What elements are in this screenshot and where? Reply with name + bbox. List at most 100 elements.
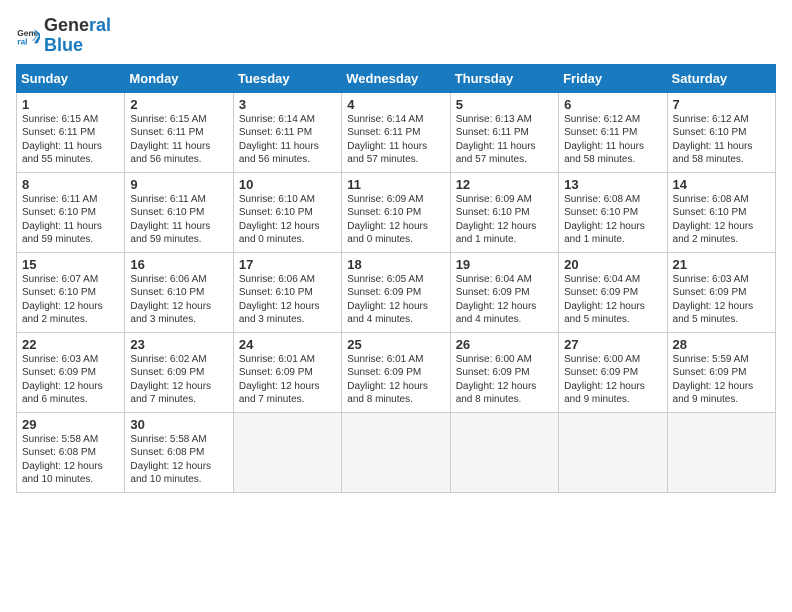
- day-number-1: 1: [22, 97, 119, 112]
- day-cell-18: 18Sunrise: 6:05 AMSunset: 6:09 PMDayligh…: [342, 252, 450, 332]
- day-number-12: 12: [456, 177, 553, 192]
- day-number-22: 22: [22, 337, 119, 352]
- day-number-10: 10: [239, 177, 336, 192]
- week-row-2: 8Sunrise: 6:11 AMSunset: 6:10 PMDaylight…: [17, 172, 776, 252]
- day-number-7: 7: [673, 97, 770, 112]
- day-info-8: Sunrise: 6:11 AMSunset: 6:10 PMDaylight:…: [22, 193, 119, 247]
- page-header: Gene ral GeneralBlue: [16, 16, 776, 56]
- day-cell-9: 9Sunrise: 6:11 AMSunset: 6:10 PMDaylight…: [125, 172, 233, 252]
- day-info-3: Sunrise: 6:14 AMSunset: 6:11 PMDaylight:…: [239, 113, 336, 167]
- day-number-11: 11: [347, 177, 444, 192]
- day-number-19: 19: [456, 257, 553, 272]
- day-info-27: Sunrise: 6:00 AMSunset: 6:09 PMDaylight:…: [564, 353, 661, 407]
- day-cell-29: 29Sunrise: 5:58 AMSunset: 6:08 PMDayligh…: [17, 412, 125, 492]
- day-info-10: Sunrise: 6:10 AMSunset: 6:10 PMDaylight:…: [239, 193, 336, 247]
- day-info-29: Sunrise: 5:58 AMSunset: 6:08 PMDaylight:…: [22, 433, 119, 487]
- logo-icon: Gene ral: [16, 24, 40, 48]
- day-info-2: Sunrise: 6:15 AMSunset: 6:11 PMDaylight:…: [130, 113, 227, 167]
- day-info-13: Sunrise: 6:08 AMSunset: 6:10 PMDaylight:…: [564, 193, 661, 247]
- day-number-24: 24: [239, 337, 336, 352]
- day-number-17: 17: [239, 257, 336, 272]
- day-info-23: Sunrise: 6:02 AMSunset: 6:09 PMDaylight:…: [130, 353, 227, 407]
- empty-cell: [559, 412, 667, 492]
- day-cell-3: 3Sunrise: 6:14 AMSunset: 6:11 PMDaylight…: [233, 92, 341, 172]
- day-info-11: Sunrise: 6:09 AMSunset: 6:10 PMDaylight:…: [347, 193, 444, 247]
- day-cell-24: 24Sunrise: 6:01 AMSunset: 6:09 PMDayligh…: [233, 332, 341, 412]
- day-number-13: 13: [564, 177, 661, 192]
- day-info-7: Sunrise: 6:12 AMSunset: 6:10 PMDaylight:…: [673, 113, 770, 167]
- day-info-5: Sunrise: 6:13 AMSunset: 6:11 PMDaylight:…: [456, 113, 553, 167]
- day-cell-20: 20Sunrise: 6:04 AMSunset: 6:09 PMDayligh…: [559, 252, 667, 332]
- header-friday: Friday: [559, 64, 667, 92]
- empty-cell: [233, 412, 341, 492]
- day-cell-13: 13Sunrise: 6:08 AMSunset: 6:10 PMDayligh…: [559, 172, 667, 252]
- day-info-1: Sunrise: 6:15 AMSunset: 6:11 PMDaylight:…: [22, 113, 119, 167]
- day-number-30: 30: [130, 417, 227, 432]
- day-number-18: 18: [347, 257, 444, 272]
- day-number-2: 2: [130, 97, 227, 112]
- day-info-15: Sunrise: 6:07 AMSunset: 6:10 PMDaylight:…: [22, 273, 119, 327]
- day-cell-25: 25Sunrise: 6:01 AMSunset: 6:09 PMDayligh…: [342, 332, 450, 412]
- header-tuesday: Tuesday: [233, 64, 341, 92]
- day-number-6: 6: [564, 97, 661, 112]
- week-row-1: 1Sunrise: 6:15 AMSunset: 6:11 PMDaylight…: [17, 92, 776, 172]
- day-number-20: 20: [564, 257, 661, 272]
- day-info-18: Sunrise: 6:05 AMSunset: 6:09 PMDaylight:…: [347, 273, 444, 327]
- day-cell-15: 15Sunrise: 6:07 AMSunset: 6:10 PMDayligh…: [17, 252, 125, 332]
- day-cell-17: 17Sunrise: 6:06 AMSunset: 6:10 PMDayligh…: [233, 252, 341, 332]
- day-info-17: Sunrise: 6:06 AMSunset: 6:10 PMDaylight:…: [239, 273, 336, 327]
- empty-cell: [450, 412, 558, 492]
- day-info-26: Sunrise: 6:00 AMSunset: 6:09 PMDaylight:…: [456, 353, 553, 407]
- day-cell-11: 11Sunrise: 6:09 AMSunset: 6:10 PMDayligh…: [342, 172, 450, 252]
- day-info-30: Sunrise: 5:58 AMSunset: 6:08 PMDaylight:…: [130, 433, 227, 487]
- day-cell-5: 5Sunrise: 6:13 AMSunset: 6:11 PMDaylight…: [450, 92, 558, 172]
- day-number-23: 23: [130, 337, 227, 352]
- day-info-9: Sunrise: 6:11 AMSunset: 6:10 PMDaylight:…: [130, 193, 227, 247]
- day-number-8: 8: [22, 177, 119, 192]
- day-number-28: 28: [673, 337, 770, 352]
- day-info-12: Sunrise: 6:09 AMSunset: 6:10 PMDaylight:…: [456, 193, 553, 247]
- empty-cell: [667, 412, 775, 492]
- header-saturday: Saturday: [667, 64, 775, 92]
- day-number-5: 5: [456, 97, 553, 112]
- day-number-4: 4: [347, 97, 444, 112]
- day-cell-26: 26Sunrise: 6:00 AMSunset: 6:09 PMDayligh…: [450, 332, 558, 412]
- weekday-header-row: Sunday Monday Tuesday Wednesday Thursday…: [17, 64, 776, 92]
- day-info-6: Sunrise: 6:12 AMSunset: 6:11 PMDaylight:…: [564, 113, 661, 167]
- empty-cell: [342, 412, 450, 492]
- day-number-27: 27: [564, 337, 661, 352]
- day-info-16: Sunrise: 6:06 AMSunset: 6:10 PMDaylight:…: [130, 273, 227, 327]
- header-thursday: Thursday: [450, 64, 558, 92]
- calendar-table: Sunday Monday Tuesday Wednesday Thursday…: [16, 64, 776, 493]
- day-cell-28: 28Sunrise: 5:59 AMSunset: 6:09 PMDayligh…: [667, 332, 775, 412]
- day-info-24: Sunrise: 6:01 AMSunset: 6:09 PMDaylight:…: [239, 353, 336, 407]
- day-cell-19: 19Sunrise: 6:04 AMSunset: 6:09 PMDayligh…: [450, 252, 558, 332]
- day-cell-4: 4Sunrise: 6:14 AMSunset: 6:11 PMDaylight…: [342, 92, 450, 172]
- day-info-20: Sunrise: 6:04 AMSunset: 6:09 PMDaylight:…: [564, 273, 661, 327]
- day-cell-21: 21Sunrise: 6:03 AMSunset: 6:09 PMDayligh…: [667, 252, 775, 332]
- day-info-21: Sunrise: 6:03 AMSunset: 6:09 PMDaylight:…: [673, 273, 770, 327]
- day-cell-14: 14Sunrise: 6:08 AMSunset: 6:10 PMDayligh…: [667, 172, 775, 252]
- day-number-21: 21: [673, 257, 770, 272]
- header-sunday: Sunday: [17, 64, 125, 92]
- logo: Gene ral GeneralBlue: [16, 16, 111, 56]
- day-cell-6: 6Sunrise: 6:12 AMSunset: 6:11 PMDaylight…: [559, 92, 667, 172]
- day-number-16: 16: [130, 257, 227, 272]
- week-row-5: 29Sunrise: 5:58 AMSunset: 6:08 PMDayligh…: [17, 412, 776, 492]
- day-cell-23: 23Sunrise: 6:02 AMSunset: 6:09 PMDayligh…: [125, 332, 233, 412]
- day-cell-10: 10Sunrise: 6:10 AMSunset: 6:10 PMDayligh…: [233, 172, 341, 252]
- day-cell-2: 2Sunrise: 6:15 AMSunset: 6:11 PMDaylight…: [125, 92, 233, 172]
- header-monday: Monday: [125, 64, 233, 92]
- day-cell-12: 12Sunrise: 6:09 AMSunset: 6:10 PMDayligh…: [450, 172, 558, 252]
- day-info-19: Sunrise: 6:04 AMSunset: 6:09 PMDaylight:…: [456, 273, 553, 327]
- day-cell-30: 30Sunrise: 5:58 AMSunset: 6:08 PMDayligh…: [125, 412, 233, 492]
- day-number-9: 9: [130, 177, 227, 192]
- week-row-3: 15Sunrise: 6:07 AMSunset: 6:10 PMDayligh…: [17, 252, 776, 332]
- day-number-25: 25: [347, 337, 444, 352]
- day-cell-16: 16Sunrise: 6:06 AMSunset: 6:10 PMDayligh…: [125, 252, 233, 332]
- day-number-29: 29: [22, 417, 119, 432]
- header-wednesday: Wednesday: [342, 64, 450, 92]
- day-cell-8: 8Sunrise: 6:11 AMSunset: 6:10 PMDaylight…: [17, 172, 125, 252]
- svg-text:ral: ral: [17, 36, 27, 46]
- day-cell-7: 7Sunrise: 6:12 AMSunset: 6:10 PMDaylight…: [667, 92, 775, 172]
